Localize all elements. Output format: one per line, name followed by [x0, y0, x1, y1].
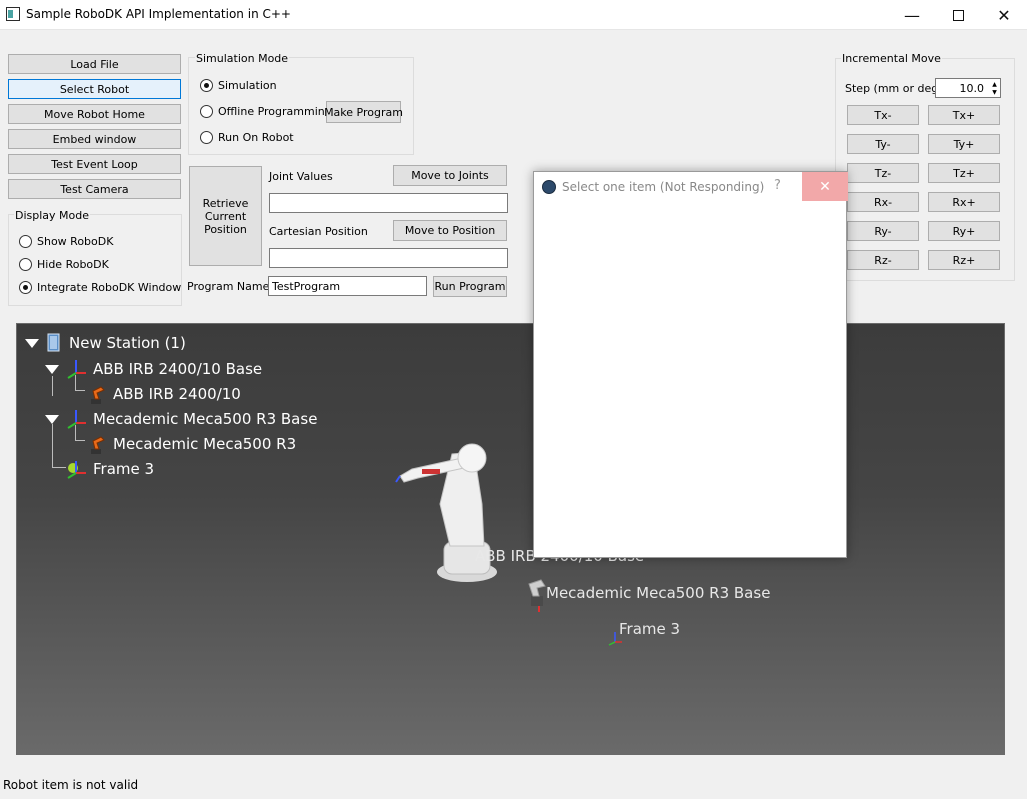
rx-plus-button[interactable]: Rx+: [928, 192, 1000, 212]
rz-plus-button[interactable]: Rz+: [928, 250, 1000, 270]
expand-arrow-icon[interactable]: [45, 414, 59, 424]
radio-integrate-robodk-window[interactable]: Integrate RoboDK Window: [19, 281, 181, 294]
incremental-move-title: Incremental Move: [841, 52, 942, 65]
dialog-title: Select one item (Not Responding): [562, 180, 765, 194]
radio-dot: [19, 235, 32, 248]
display-mode-title: Display Mode: [14, 209, 91, 222]
app-icon: [6, 7, 20, 21]
tx-plus-button[interactable]: Tx+: [928, 105, 1000, 125]
radio-offline-programming[interactable]: Offline Programming: [200, 105, 332, 118]
tree-line: [75, 390, 85, 391]
radio-hide-robodk[interactable]: Hide RoboDK: [19, 258, 109, 271]
tree-item-abb-base[interactable]: ABB IRB 2400/10 Base: [45, 358, 262, 380]
tree-line: [52, 424, 53, 467]
joint-values-input[interactable]: [269, 193, 508, 213]
program-name-label: Program Name:: [187, 280, 274, 293]
step-spinbox[interactable]: ▲ ▼: [935, 78, 1001, 98]
tz-plus-button[interactable]: Tz+: [928, 163, 1000, 183]
help-icon[interactable]: ?: [774, 178, 781, 193]
window-title: Sample RoboDK API Implementation in C++: [26, 7, 291, 21]
spin-down-icon[interactable]: ▼: [989, 88, 1000, 96]
load-file-button[interactable]: Load File: [8, 54, 181, 74]
scene-label-frame3: Frame 3: [619, 620, 681, 638]
title-bar: Sample RoboDK API Implementation in C++ …: [0, 0, 1027, 30]
joint-values-label: Joint Values: [269, 170, 333, 183]
move-to-position-button[interactable]: Move to Position: [393, 220, 507, 241]
radio-show-robodk[interactable]: Show RoboDK: [19, 235, 113, 248]
program-name-input[interactable]: [268, 276, 427, 296]
radio-dot-selected: [200, 79, 213, 92]
tx-minus-button[interactable]: Tx-: [847, 105, 919, 125]
frame-icon: [67, 410, 86, 429]
retrieve-current-position-button[interactable]: Retrieve Current Position: [189, 166, 262, 266]
radio-dot-selected: [19, 281, 32, 294]
tree-item-meca-base[interactable]: Mecademic Meca500 R3 Base: [45, 408, 317, 430]
test-event-loop-button[interactable]: Test Event Loop: [8, 154, 181, 174]
robodk-viewport[interactable]: New Station (1) ABB IRB 2400/10 Base ABB…: [16, 323, 1005, 755]
tree-item-frame3[interactable]: Frame 3: [65, 458, 154, 480]
move-robot-home-button[interactable]: Move Robot Home: [8, 104, 181, 124]
expand-arrow-icon[interactable]: [25, 338, 39, 348]
radio-simulation[interactable]: Simulation: [200, 79, 277, 92]
tree-line: [52, 467, 66, 468]
select-robot-button[interactable]: Select Robot: [8, 79, 181, 99]
radio-dot: [19, 258, 32, 271]
robot-icon: [91, 386, 105, 404]
dialog-close-icon[interactable]: ✕: [802, 172, 848, 201]
radio-dot: [200, 131, 213, 144]
test-camera-button[interactable]: Test Camera: [8, 179, 181, 199]
tree-line: [75, 440, 85, 441]
move-to-joints-button[interactable]: Move to Joints: [393, 165, 507, 186]
ry-plus-button[interactable]: Ry+: [928, 221, 1000, 241]
close-icon[interactable]: ✕: [981, 0, 1027, 30]
radio-run-on-robot[interactable]: Run On Robot: [200, 131, 294, 144]
minimize-icon[interactable]: —: [889, 0, 935, 30]
expand-arrow-icon[interactable]: [45, 364, 59, 374]
station-icon: [47, 333, 60, 352]
frame-icon: [67, 360, 86, 379]
step-label: Step (mm or deg): [845, 82, 943, 95]
tree-item-meca-robot[interactable]: Mecademic Meca500 R3: [87, 433, 296, 455]
maximize-icon[interactable]: [935, 0, 981, 30]
ry-minus-button[interactable]: Ry-: [847, 221, 919, 241]
select-item-dialog[interactable]: Select one item (Not Responding) ? ✕: [533, 171, 848, 558]
scene-label-meca-base: Mecademic Meca500 R3 Base: [546, 584, 771, 602]
tz-minus-button[interactable]: Tz-: [847, 163, 919, 183]
radio-dot: [200, 105, 213, 118]
make-program-button[interactable]: Make Program: [324, 101, 403, 123]
embed-window-button[interactable]: Embed window: [8, 129, 181, 149]
tree-item-station[interactable]: New Station (1): [25, 333, 186, 353]
robodk-logo-icon: [542, 180, 556, 194]
run-program-button[interactable]: Run Program: [433, 276, 507, 297]
tree-item-abb-robot[interactable]: ABB IRB 2400/10: [87, 383, 241, 405]
simulation-mode-title: Simulation Mode: [195, 52, 290, 65]
cartesian-position-input[interactable]: [269, 248, 508, 268]
ty-plus-button[interactable]: Ty+: [928, 134, 1000, 154]
status-bar-text: Robot item is not valid: [3, 778, 139, 792]
frame-icon: [67, 461, 86, 479]
spin-up-icon[interactable]: ▲: [989, 80, 1000, 88]
rx-minus-button[interactable]: Rx-: [847, 192, 919, 212]
ty-minus-button[interactable]: Ty-: [847, 134, 919, 154]
robot-icon: [91, 436, 105, 454]
rz-minus-button[interactable]: Rz-: [847, 250, 919, 270]
cartesian-position-label: Cartesian Position: [269, 225, 368, 238]
